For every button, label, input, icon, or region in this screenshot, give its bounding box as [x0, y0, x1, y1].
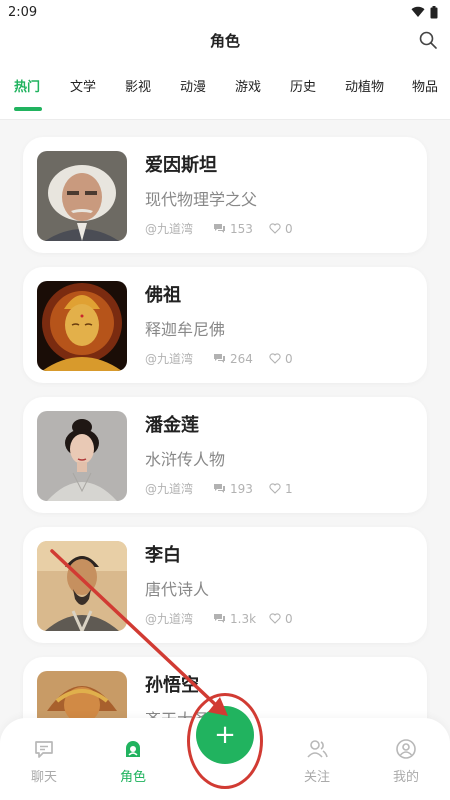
- character-description: 唐代诗人: [145, 580, 210, 599]
- comment-count-value: 264: [230, 351, 253, 366]
- chat-icon: [35, 741, 53, 758]
- page-title: 角色: [209, 32, 240, 50]
- like-count[interactable]: 0: [269, 612, 293, 626]
- author-label: @九道湾: [145, 482, 194, 496]
- monkey-king-avatar: [37, 671, 127, 720]
- author-label: @九道湾: [145, 612, 194, 626]
- character-description: 现代物理学之父: [145, 190, 258, 209]
- character-card[interactable]: 佛祖 释迦牟尼佛 @九道湾 264 0: [23, 267, 427, 383]
- character-name: 潘金莲: [145, 415, 199, 436]
- character-meta: @九道湾 1.3k 0: [145, 610, 293, 627]
- nav-label: 聊天: [30, 770, 57, 785]
- category-tabs: 热门 文学 影视 动漫 游戏 历史 动植物 物品: [0, 74, 450, 111]
- nav-follow[interactable]: 关注: [287, 738, 347, 785]
- active-tab-indicator: [14, 107, 42, 111]
- tab-animals-plants[interactable]: 动植物: [345, 74, 384, 95]
- character-meta: @九道湾 153 0: [145, 220, 293, 237]
- battery-icon: [430, 5, 438, 18]
- header: 角色 热门 文学 影视 动漫 游戏 历史 动植物 物品: [0, 24, 450, 120]
- author-label: @九道湾: [145, 352, 194, 366]
- woman-avatar: [37, 411, 127, 501]
- comment-icon: [214, 224, 225, 233]
- annotation-circle: [187, 693, 263, 789]
- like-count-value: 0: [285, 611, 293, 626]
- nav-label: 我的: [392, 770, 419, 785]
- like-count[interactable]: 0: [269, 352, 293, 366]
- tab-hot[interactable]: 热门: [14, 74, 42, 111]
- comment-icon: [214, 614, 225, 623]
- comment-count: 153: [213, 222, 269, 236]
- tab-film[interactable]: 影视: [125, 74, 151, 95]
- character-name: 爱因斯坦: [145, 155, 217, 176]
- comment-count-value: 153: [230, 221, 253, 236]
- character-list: 爱因斯坦 现代物理学之父 @九道湾 153 0 佛祖 释迦牟尼佛 @九道湾 26…: [0, 120, 450, 720]
- like-count-value: 0: [285, 351, 293, 366]
- nav-chat[interactable]: 聊天: [14, 738, 74, 785]
- like-count[interactable]: 1: [269, 482, 293, 496]
- tab-literature[interactable]: 文学: [70, 74, 96, 95]
- comment-icon: [214, 484, 225, 493]
- character-card[interactable]: 爱因斯坦 现代物理学之父 @九道湾 153 0: [23, 137, 427, 253]
- nav-profile[interactable]: 我的: [376, 738, 436, 785]
- character-name: 李白: [145, 545, 181, 566]
- heart-icon: [269, 483, 281, 494]
- einstein-avatar: [37, 151, 127, 241]
- character-card[interactable]: 潘金莲 水浒传人物 @九道湾 193 1: [23, 397, 427, 513]
- role-icon: [126, 741, 140, 757]
- comment-icon: [214, 354, 225, 363]
- status-time: 2:09: [8, 4, 38, 20]
- nav-label: 关注: [303, 770, 330, 785]
- like-count[interactable]: 0: [269, 222, 293, 236]
- comment-count: 193: [213, 482, 269, 496]
- author-label: @九道湾: [145, 222, 194, 236]
- character-card[interactable]: 李白 唐代诗人 @九道湾 1.3k 0: [23, 527, 427, 643]
- status-icons: [411, 5, 438, 19]
- character-name: 孙悟空: [145, 675, 199, 696]
- poet-avatar: [37, 541, 127, 631]
- profile-icon: [396, 739, 416, 759]
- tab-label: 热门: [14, 80, 41, 95]
- nav-label: 角色: [119, 770, 146, 785]
- tab-games[interactable]: 游戏: [235, 74, 261, 95]
- tab-anime[interactable]: 动漫: [180, 74, 206, 95]
- comment-count: 1.3k: [213, 612, 269, 626]
- character-description: 水浒传人物: [145, 450, 226, 469]
- nav-role[interactable]: 角色: [103, 738, 163, 785]
- like-count-value: 1: [285, 481, 293, 496]
- heart-icon: [269, 223, 281, 234]
- comment-count-value: 1.3k: [230, 611, 257, 626]
- search-icon[interactable]: [418, 30, 438, 50]
- character-name: 佛祖: [145, 285, 181, 306]
- comment-count: 264: [213, 352, 269, 366]
- tab-history[interactable]: 历史: [290, 74, 316, 95]
- wifi-icon: [411, 6, 425, 18]
- buddha-avatar: [37, 281, 127, 371]
- character-meta: @九道湾 264 0: [145, 350, 293, 367]
- character-description: 释迦牟尼佛: [145, 320, 226, 339]
- status-bar: 2:09: [0, 0, 450, 24]
- heart-icon: [269, 613, 281, 624]
- tab-items[interactable]: 物品: [412, 74, 438, 95]
- follow-icon: [307, 740, 328, 758]
- like-count-value: 0: [285, 221, 293, 236]
- comment-count-value: 193: [230, 481, 253, 496]
- character-meta: @九道湾 193 1: [145, 480, 293, 497]
- heart-icon: [269, 353, 281, 364]
